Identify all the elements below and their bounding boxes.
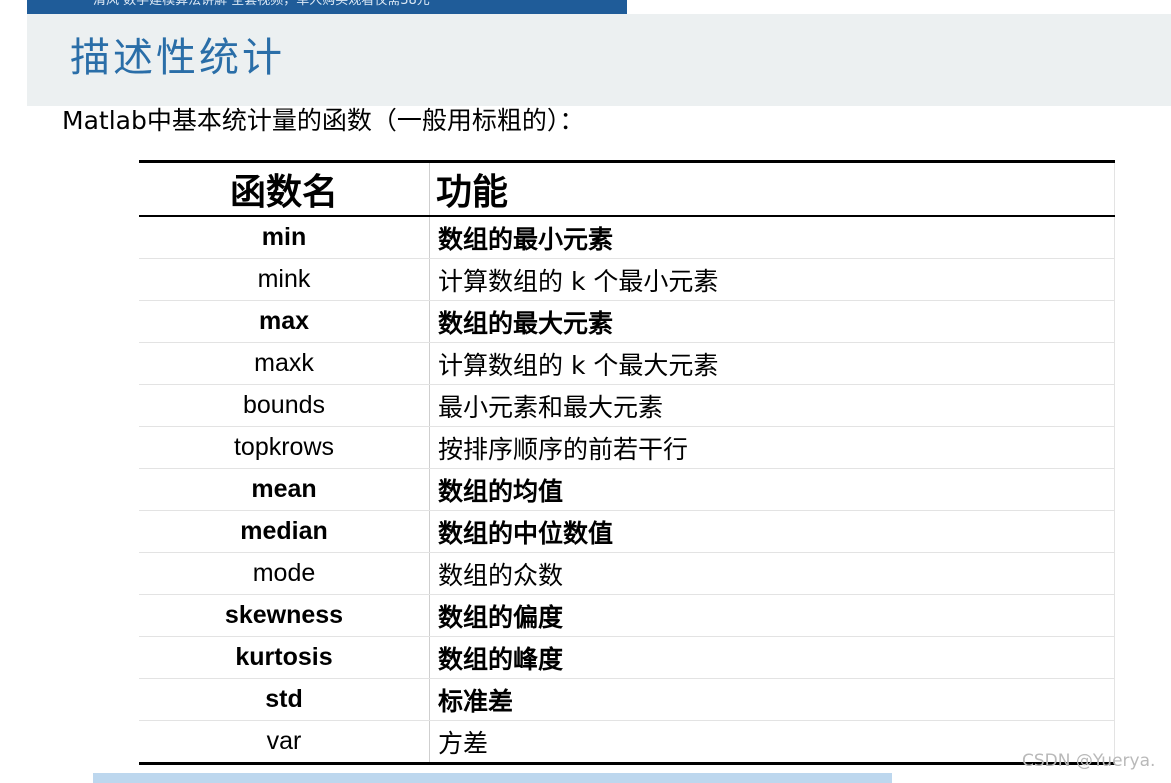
- function-name-cell: max: [139, 300, 430, 343]
- function-table: 函数名 功能 min 数组的最小元素 mink 计算数组的 k 个最小元素 max 数组的…: [139, 160, 1115, 765]
- function-name-cell: min: [139, 216, 430, 259]
- function-desc-cell: 数组的偏度: [429, 594, 1115, 637]
- function-desc-cell: 计算数组的 k 个最大元素: [429, 342, 1115, 385]
- function-desc-cell: 标准差: [429, 678, 1115, 721]
- table-row: kurtosis 数组的峰度: [139, 636, 1115, 679]
- function-name-cell: std: [139, 678, 430, 721]
- function-name-cell: mink: [139, 258, 430, 301]
- function-desc-cell: 方差: [429, 720, 1115, 765]
- function-desc-cell: 数组的峰度: [429, 636, 1115, 679]
- function-name-cell: mean: [139, 468, 430, 511]
- function-desc-cell: 计算数组的 k 个最小元素: [429, 258, 1115, 301]
- function-name-cell: mode: [139, 552, 430, 595]
- function-name-cell: topkrows: [139, 426, 430, 469]
- table-row: mode 数组的众数: [139, 552, 1115, 595]
- table-row: max 数组的最大元素: [139, 300, 1115, 343]
- table-row: mink 计算数组的 k 个最小元素: [139, 258, 1115, 301]
- top-banner: 清风 数学建模算法讲解 全套视频，单人购买观看仅需38元: [27, 0, 627, 14]
- function-desc-cell: 最小元素和最大元素: [429, 384, 1115, 427]
- function-desc-cell: 数组的众数: [429, 552, 1115, 595]
- table-row: min 数组的最小元素: [139, 216, 1115, 259]
- function-desc-cell: 数组的中位数值: [429, 510, 1115, 553]
- function-name-cell: maxk: [139, 342, 430, 385]
- table-row: maxk 计算数组的 k 个最大元素: [139, 342, 1115, 385]
- banner-text: 清风 数学建模算法讲解 全套视频，单人购买观看仅需38元: [93, 0, 430, 8]
- bottom-bar: [93, 773, 892, 783]
- table-row: std 标准差: [139, 678, 1115, 721]
- page-title: 描述性统计: [70, 35, 285, 81]
- subtitle: Matlab中基本统计量的函数（一般用标粗的）：: [62, 106, 585, 135]
- function-name-cell: bounds: [139, 384, 430, 427]
- table-row: topkrows 按排序顺序的前若干行: [139, 426, 1115, 469]
- table-body: min 数组的最小元素 mink 计算数组的 k 个最小元素 max 数组的最大元素 max…: [139, 216, 1115, 765]
- table-row: skewness 数组的偏度: [139, 594, 1115, 637]
- function-name-cell: var: [139, 720, 430, 765]
- function-name-cell: median: [139, 510, 430, 553]
- header-function-desc: 功能: [429, 160, 1115, 217]
- table-row: var 方差: [139, 720, 1115, 765]
- table-row: median 数组的中位数值: [139, 510, 1115, 553]
- watermark: CSDN @Yuerya.: [1022, 751, 1156, 771]
- header-function-name: 函数名: [139, 160, 430, 217]
- function-desc-cell: 数组的均值: [429, 468, 1115, 511]
- table-row: bounds 最小元素和最大元素: [139, 384, 1115, 427]
- table-row: mean 数组的均值: [139, 468, 1115, 511]
- table-header-row: 函数名 功能: [139, 160, 1115, 217]
- function-name-cell: skewness: [139, 594, 430, 637]
- function-desc-cell: 数组的最大元素: [429, 300, 1115, 343]
- function-name-cell: kurtosis: [139, 636, 430, 679]
- function-desc-cell: 按排序顺序的前若干行: [429, 426, 1115, 469]
- function-desc-cell: 数组的最小元素: [429, 216, 1115, 259]
